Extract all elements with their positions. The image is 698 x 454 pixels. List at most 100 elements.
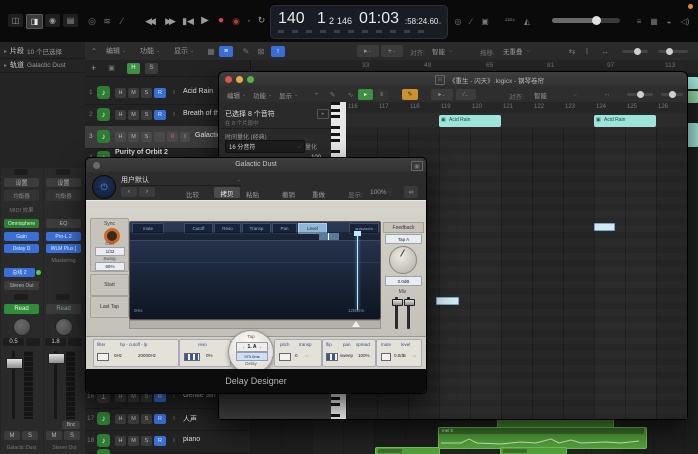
audio-fx-slot[interactable]: WLM Plus ] xyxy=(46,244,81,253)
vertical-zoom-icon[interactable]: I xyxy=(583,45,591,57)
track-inspector-row[interactable]: ▸ 轨道 Galactic Dust xyxy=(0,58,85,73)
mute-button[interactable]: M xyxy=(128,88,139,98)
record-enable-button[interactable]: R xyxy=(167,132,178,142)
solo-button[interactable]: S xyxy=(64,431,80,440)
instrument-slot[interactable]: Omnisphere xyxy=(4,219,39,228)
hide-button[interactable]: H xyxy=(115,88,126,98)
quickhelp-button[interactable]: ◉ xyxy=(45,14,60,27)
param-level-section[interactable]: mute level 0.0dB ⌵ xyxy=(376,339,422,367)
tap-delay-value[interactable]: 970.0ms xyxy=(236,352,268,361)
send-slot[interactable]: 总线 2 xyxy=(4,268,35,277)
pointer-tool-menu[interactable]: ▸⌄ xyxy=(357,45,379,57)
view-zoom-value[interactable]: 100% xyxy=(370,189,387,196)
rewind-button[interactable]: ◀◀ xyxy=(140,14,158,28)
add-track-button[interactable]: + xyxy=(91,63,96,73)
waveform-zoom-icon[interactable]: ⇆ xyxy=(566,45,578,57)
mix-slider-dry[interactable] xyxy=(407,297,410,329)
swing-value[interactable]: 65% xyxy=(95,262,125,271)
brush-icon[interactable]: ✎ xyxy=(327,89,338,100)
zoom-thumb[interactable] xyxy=(666,48,673,55)
marquee-icon[interactable]: ⊠ xyxy=(255,45,267,57)
zoom-tool-icon[interactable]: ◎ xyxy=(86,15,98,27)
zoom-slider-v[interactable] xyxy=(661,93,683,96)
list-editors-icon[interactable]: ≡ xyxy=(633,15,645,27)
updown-icon[interactable]: ⌵ xyxy=(388,189,392,195)
volume-fader[interactable] xyxy=(48,353,65,364)
solo-button[interactable]: S xyxy=(141,110,152,120)
prev-tap-icon[interactable]: ‹ xyxy=(243,345,245,350)
divide-icon[interactable]: ÷ xyxy=(311,89,322,100)
copy-button[interactable]: 拷贝 xyxy=(214,187,240,198)
secondary-tool-menu[interactable]: +⌄ xyxy=(381,45,403,57)
pencil-tool-icon[interactable]: ∕ xyxy=(116,15,128,27)
mute-button[interactable]: M xyxy=(128,132,139,142)
param-reso-section[interactable]: reso 0% xyxy=(179,339,231,367)
record-enable-button[interactable]: R xyxy=(154,110,166,120)
hide-button[interactable]: H xyxy=(115,436,126,446)
pencil-mode-button[interactable]: ✎ xyxy=(402,89,418,100)
master-volume-slider[interactable] xyxy=(552,18,620,23)
stop-button[interactable]: ▪ xyxy=(244,15,254,27)
arrange-region-mini[interactable] xyxy=(687,77,698,89)
midi-region[interactable] xyxy=(500,447,567,454)
record-enable-button[interactable]: R xyxy=(154,436,166,446)
link-icon[interactable]: ∞ xyxy=(404,186,418,198)
arrange-region-mini[interactable] xyxy=(687,91,698,103)
horizontal-zoom-icon[interactable]: ↔ xyxy=(598,45,612,57)
step-input-button[interactable]: ≡ xyxy=(375,89,388,100)
plugin-power-button[interactable]: ⏻ xyxy=(92,175,116,199)
dd-display[interactable]: mute Cutoff Reso Transp Pan Level autozo… xyxy=(129,221,381,320)
hp-value[interactable]: 0Hz xyxy=(114,353,122,358)
menu-functions[interactable]: 功能⌄ xyxy=(253,89,272,100)
plugin-title-bar[interactable]: Galactic Dust ▣ xyxy=(86,158,426,173)
pitch-value[interactable]: 0 xyxy=(295,353,298,358)
spread-value[interactable]: 100% xyxy=(358,353,370,358)
tap-select-control[interactable]: ‹ 1. A › xyxy=(236,342,268,352)
pan-knob[interactable] xyxy=(13,318,31,336)
hide-button[interactable]: H xyxy=(115,132,126,142)
scroll-marker[interactable] xyxy=(352,321,360,327)
notification-bell-icon[interactable]: ◒ xyxy=(663,15,675,27)
zoom-slider-v[interactable] xyxy=(658,50,688,53)
inspector-toggle-button[interactable]: ◨ xyxy=(26,14,43,29)
hide-editor-icon[interactable]: ⌃ xyxy=(88,45,100,57)
pitch-checkbox[interactable] xyxy=(279,353,291,361)
region-inspector-row[interactable]: ▸ 片段 10 个已选择 xyxy=(0,44,85,59)
filter-on-checkbox[interactable] xyxy=(97,353,109,361)
inspector-toggle-icon[interactable]: ▸ xyxy=(317,109,329,119)
track-stack-icon[interactable]: ▣ xyxy=(108,64,115,72)
solo-button[interactable]: S xyxy=(141,132,152,142)
bounce-button[interactable]: Bnc xyxy=(62,421,80,429)
param-filter-section[interactable]: filter hp - cutoff - lp 0Hz 20000Hz xyxy=(93,339,179,367)
audio-fx-slot[interactable]: Gain xyxy=(4,232,39,241)
plugin-window[interactable]: Galactic Dust ▣ ⏻ 用户默认 ⌄ ‹ › 比较 拷贝 粘贴 撤销… xyxy=(85,157,427,394)
preset-menu[interactable]: 用户默认 ⌄ xyxy=(121,174,241,186)
group-slot[interactable] xyxy=(56,294,70,300)
freeze-button[interactable] xyxy=(154,132,165,142)
grid-view-icon[interactable]: ▦ xyxy=(205,45,217,57)
hide-button[interactable]: H xyxy=(115,110,126,120)
slider-handle[interactable] xyxy=(404,299,415,306)
feedback-knob[interactable] xyxy=(389,246,417,274)
solo-tracks-button[interactable]: S xyxy=(145,63,158,74)
eq-slot[interactable]: 均衡器 xyxy=(4,190,39,201)
hide-tracks-button[interactable]: H xyxy=(127,63,140,74)
midi-region[interactable] xyxy=(375,447,440,454)
tap-line[interactable] xyxy=(357,232,358,310)
feedback-value[interactable]: 0.0dB xyxy=(385,276,422,286)
pan-knob[interactable] xyxy=(55,318,73,336)
menu-edit[interactable]: 编辑⌄ xyxy=(106,45,126,57)
zoom-slider-h[interactable] xyxy=(622,50,648,53)
input-monitor-button[interactable]: I xyxy=(169,414,179,424)
record-enable-button[interactable]: R xyxy=(154,88,166,98)
mute-button[interactable]: M xyxy=(46,431,62,440)
window-title-bar[interactable]: ⊟ 《重生 - 闪天》.logicx - 钢琴卷帘 xyxy=(219,72,687,87)
zoom-slider-h[interactable] xyxy=(627,93,653,96)
grid-value[interactable]: 1/32 xyxy=(95,247,125,256)
record-button[interactable]: ● xyxy=(214,13,228,27)
menu-functions[interactable]: 功能⌄ xyxy=(140,45,160,57)
lcd-chevron-icon[interactable]: ⌄ xyxy=(437,18,443,26)
cycle-button[interactable]: ↻ xyxy=(255,14,268,27)
midi-region-chip[interactable]: ▣ Acid Rain xyxy=(439,115,501,127)
mute-button[interactable]: M xyxy=(128,436,139,446)
